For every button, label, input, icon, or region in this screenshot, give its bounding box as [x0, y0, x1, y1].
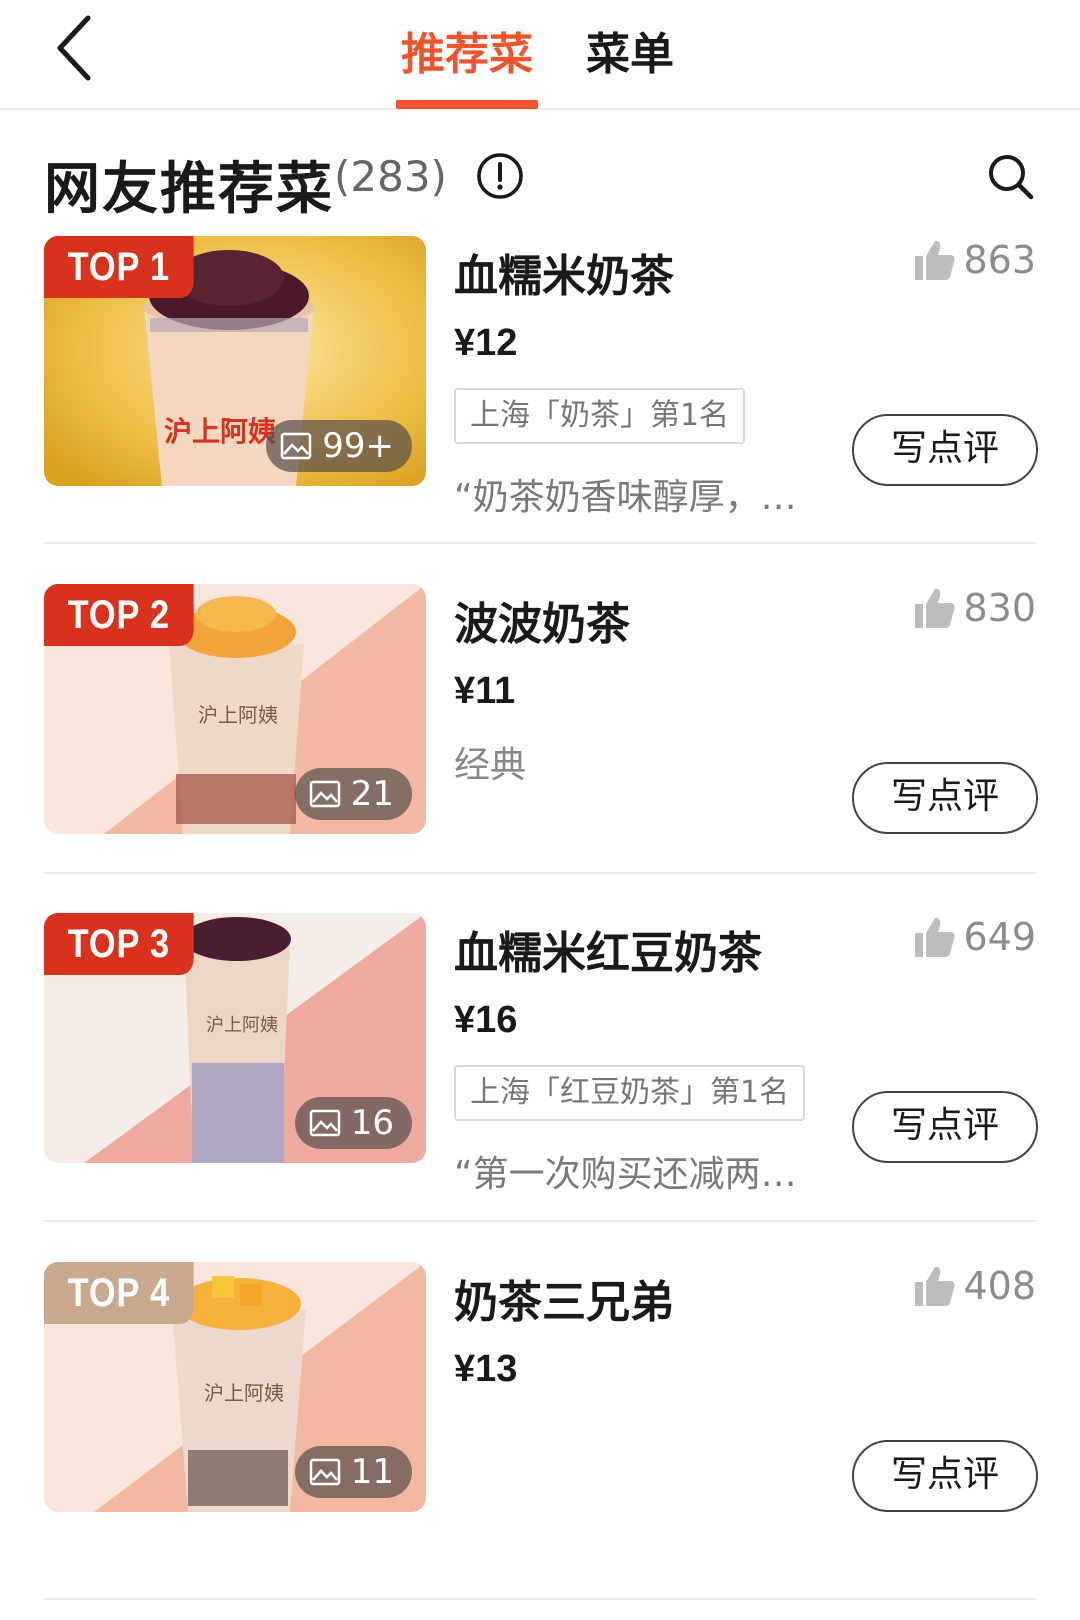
- search-icon: [989, 155, 1034, 200]
- dish-name[interactable]: 波波奶茶: [454, 588, 630, 652]
- photo-count-badge: 16: [294, 1097, 412, 1149]
- like-count[interactable]: 830: [913, 586, 1036, 630]
- dish-price: ¥11: [454, 670, 516, 712]
- image-icon: [309, 1458, 340, 1486]
- tab-menu[interactable]: 菜单: [574, 18, 686, 110]
- dish-item[interactable]: 沪上阿姨 TOP 3 16 血糯米红豆奶茶 649 ¥16 上海「红豆奶茶」第1…: [0, 913, 1080, 1273]
- dish-name[interactable]: 血糯米奶茶: [454, 240, 674, 304]
- back-button[interactable]: [48, 12, 108, 82]
- tab-recommended-dishes[interactable]: 推荐菜: [396, 18, 538, 110]
- rank-badge: TOP 3: [44, 913, 194, 975]
- write-review-button[interactable]: 写点评: [852, 1091, 1038, 1163]
- like-count[interactable]: 863: [913, 238, 1036, 282]
- search-button[interactable]: [986, 152, 1036, 202]
- rank-badge: TOP 4: [44, 1262, 194, 1324]
- dish-photo[interactable]: 沪上阿姨 TOP 2 21: [44, 584, 426, 834]
- svg-text:沪上阿姨: 沪上阿姨: [164, 415, 276, 448]
- like-count[interactable]: 649: [913, 915, 1036, 959]
- like-number: 649: [963, 915, 1036, 959]
- divider: [44, 542, 1036, 544]
- info-button[interactable]: [476, 152, 524, 200]
- write-review-button[interactable]: 写点评: [852, 1440, 1038, 1512]
- chevron-left-icon: [57, 15, 91, 81]
- dish-price: ¥16: [454, 999, 518, 1041]
- image-icon: [309, 780, 340, 808]
- ranking-tag[interactable]: 上海「奶茶」第1名: [454, 388, 746, 444]
- photo-count: 99+: [322, 426, 394, 466]
- section-count: (283): [334, 152, 447, 201]
- thumbs-up-icon: [915, 588, 956, 628]
- thumbs-up-icon: [915, 1266, 956, 1306]
- photo-count-badge: 21: [294, 768, 412, 820]
- review-snippet: “第一次购买还减两…: [454, 1154, 797, 1195]
- divider: [44, 1598, 1036, 1600]
- dish-price: ¥13: [454, 1348, 518, 1390]
- photo-count-badge: 99+: [266, 420, 412, 472]
- write-review-button[interactable]: 写点评: [852, 414, 1038, 486]
- dish-photo[interactable]: 沪上阿姨 TOP 4 11: [44, 1262, 426, 1512]
- svg-text:沪上阿姨: 沪上阿姨: [204, 1381, 284, 1405]
- thumbs-up-icon: [915, 917, 956, 957]
- image-icon: [309, 1109, 340, 1137]
- thumbs-up-icon: [915, 240, 956, 280]
- write-review-button[interactable]: 写点评: [852, 762, 1038, 834]
- rank-badge: TOP 1: [44, 236, 194, 298]
- photo-count: 16: [350, 1103, 394, 1143]
- review-snippet: “奶茶奶香味醇厚，…: [454, 477, 797, 518]
- divider: [44, 1220, 1036, 1222]
- dish-photo[interactable]: 沪上阿姨 TOP 3 16: [44, 913, 426, 1163]
- dish-name[interactable]: 奶茶三兄弟: [454, 1266, 674, 1330]
- dish-item[interactable]: 沪上阿姨 TOP 2 21 波波奶茶 830 ¥11 经典 写点评: [0, 584, 1080, 944]
- dish-item[interactable]: 沪上阿姨 TOP 4 11 奶茶三兄弟 408 ¥13 写点评: [0, 1262, 1080, 1620]
- dish-name[interactable]: 血糯米红豆奶茶: [454, 917, 762, 981]
- like-count[interactable]: 408: [913, 1264, 1036, 1308]
- active-tab-indicator: [396, 100, 538, 109]
- like-number: 830: [963, 586, 1036, 630]
- ranking-tag[interactable]: 上海「红豆奶茶」第1名: [454, 1065, 806, 1121]
- info-circle-icon: [477, 153, 523, 199]
- photo-count-badge: 11: [294, 1446, 412, 1498]
- divider: [44, 872, 1036, 874]
- photo-count: 11: [350, 1452, 394, 1492]
- image-icon: [280, 432, 312, 460]
- svg-text:沪上阿姨: 沪上阿姨: [198, 703, 278, 727]
- dish-photo[interactable]: 沪上阿姨 TOP 1 99+: [44, 236, 426, 486]
- photo-count: 21: [350, 774, 394, 814]
- top-navigation-bar: 推荐菜 菜单: [0, 0, 1080, 110]
- section-title: 网友推荐菜: [44, 157, 334, 222]
- dish-tag: 经典: [454, 745, 527, 786]
- dish-price: ¥12: [454, 322, 518, 364]
- like-number: 863: [963, 238, 1036, 282]
- like-number: 408: [963, 1264, 1036, 1308]
- rank-badge: TOP 2: [44, 584, 194, 646]
- svg-text:沪上阿姨: 沪上阿姨: [206, 1015, 278, 1036]
